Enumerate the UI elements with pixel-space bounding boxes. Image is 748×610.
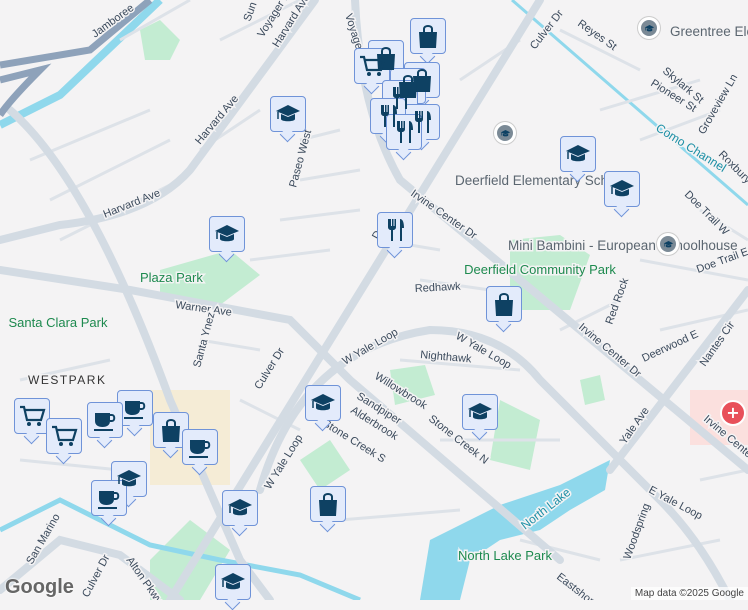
school-icon <box>309 389 337 417</box>
school-marker[interactable] <box>222 490 258 526</box>
grocery-marker[interactable] <box>46 418 82 454</box>
cafe-marker[interactable] <box>182 429 218 465</box>
restaurant-marker[interactable] <box>377 212 413 248</box>
svg-text:Doe Trail W: Doe Trail W <box>682 189 732 239</box>
svg-text:Culver Dr: Culver Dr <box>80 552 113 599</box>
school-icon <box>213 220 241 248</box>
svg-text:Irvine Center Dr: Irvine Center Dr <box>576 321 643 380</box>
school-icon <box>644 23 655 34</box>
svg-text:Groveview Ln: Groveview Ln <box>696 72 740 136</box>
school-marker[interactable] <box>270 96 306 132</box>
svg-text:Mini Bambini - European School: Mini Bambini - European Schoolhouse <box>508 238 738 253</box>
cafe-marker[interactable] <box>117 390 153 426</box>
school-icon <box>564 140 592 168</box>
school-icon <box>274 100 302 128</box>
coffee-cup-icon <box>121 394 149 422</box>
north-lake <box>420 460 610 600</box>
restaurant-marker[interactable] <box>386 114 422 150</box>
coffee-cup-icon <box>91 406 119 434</box>
svg-text:Redhawk: Redhawk <box>415 281 462 295</box>
deerfield-school-pin[interactable] <box>494 122 516 144</box>
svg-text:WESTPARK: WESTPARK <box>28 373 106 387</box>
svg-text:Deerfield Community Park: Deerfield Community Park <box>464 262 616 277</box>
svg-text:Como Channel: Como Channel <box>653 121 728 175</box>
shopping-marker[interactable] <box>486 286 522 322</box>
svg-text:Woodspring: Woodspring <box>622 502 653 561</box>
shopping-bag-icon <box>490 290 518 318</box>
cart-icon <box>358 52 386 80</box>
school-marker[interactable] <box>462 394 498 430</box>
svg-text:Santa Clara Park: Santa Clara Park <box>9 315 108 330</box>
svg-text:Deerfield Elementary School: Deerfield Elementary School <box>455 173 626 188</box>
shopping-bag-icon <box>157 416 185 444</box>
svg-text:Santa Ynez: Santa Ynez <box>191 311 217 369</box>
svg-text:Irvine Center Dr: Irvine Center Dr <box>408 188 479 243</box>
svg-text:W Yale Loop: W Yale Loop <box>341 326 401 367</box>
school-marker[interactable] <box>209 216 245 252</box>
shopping-marker[interactable] <box>410 18 446 54</box>
fork-knife-icon <box>381 216 409 244</box>
google-logo: Google <box>5 576 74 599</box>
svg-text:Greentree Elementary School: Greentree Elementary School <box>670 24 748 39</box>
shopping-bag-icon <box>414 22 442 50</box>
coffee-cup-icon <box>95 484 123 512</box>
school-icon <box>663 239 674 250</box>
svg-text:Eastshore: Eastshore <box>554 571 600 600</box>
svg-text:North Lake Park: North Lake Park <box>458 548 552 563</box>
svg-text:Culver Dr: Culver Dr <box>252 346 287 392</box>
school-icon <box>226 494 254 522</box>
shopping-bag-icon <box>314 490 342 518</box>
shopping-marker[interactable] <box>310 486 346 522</box>
shopping-marker[interactable] <box>153 412 189 448</box>
school-marker[interactable] <box>560 136 596 172</box>
school-marker[interactable] <box>604 171 640 207</box>
cart-icon <box>50 422 78 450</box>
school-icon <box>500 128 511 139</box>
map-attribution[interactable]: Map data ©2025 Google <box>631 587 748 600</box>
cafe-marker[interactable] <box>91 480 127 516</box>
school-icon <box>466 398 494 426</box>
fork-knife-icon <box>390 118 418 146</box>
grocery-marker[interactable] <box>14 398 50 434</box>
cafe-marker[interactable] <box>87 402 123 438</box>
school-icon <box>219 568 247 596</box>
school-marker[interactable] <box>215 564 251 600</box>
cart-icon <box>18 402 46 430</box>
grocery-marker[interactable] <box>354 48 390 84</box>
svg-text:Plaza Park: Plaza Park <box>140 270 203 285</box>
greentree-school-pin[interactable] <box>638 17 660 39</box>
hospital-marker[interactable]: + <box>720 400 746 426</box>
svg-text:Red Rock: Red Rock <box>604 276 632 326</box>
school-icon <box>608 175 636 203</box>
school-marker[interactable] <box>305 385 341 421</box>
mini-bambini-pin[interactable] <box>657 233 679 255</box>
svg-text:Harvard Ave: Harvard Ave <box>102 187 162 221</box>
coffee-cup-icon <box>186 433 214 461</box>
